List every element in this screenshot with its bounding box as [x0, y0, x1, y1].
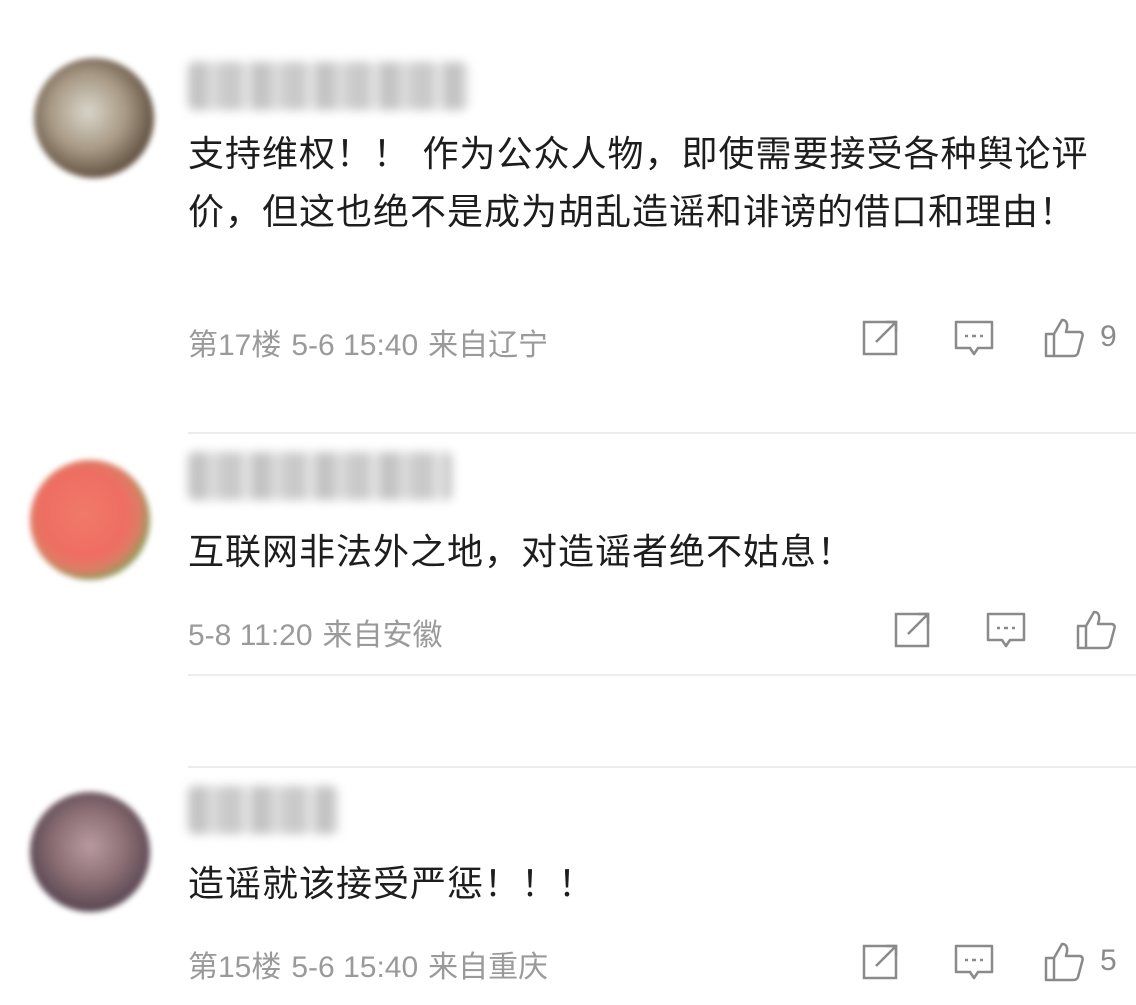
share-icon [862, 320, 898, 356]
comment-meta: 第15楼 5-6 15:40 来自重庆 [188, 942, 558, 986]
floor-number: 第15楼 [188, 951, 282, 984]
blurred-username[interactable] [188, 62, 468, 110]
user-avatar[interactable] [30, 792, 150, 912]
like-count: 5 [1100, 944, 1117, 977]
reply-button[interactable] [952, 316, 996, 360]
like-count: 9 [1100, 320, 1117, 353]
share-button[interactable] [892, 608, 936, 652]
share-button[interactable] [860, 940, 904, 984]
comment-actions: 9 [860, 316, 1136, 360]
reply-icon [986, 612, 1026, 648]
thumbs-up-icon [1044, 942, 1084, 982]
share-button[interactable] [860, 316, 904, 360]
comment-time: 5-8 11:20 [188, 619, 313, 652]
comment-actions: 5 [860, 940, 1136, 984]
reply-button[interactable] [952, 940, 996, 984]
reply-button[interactable] [984, 608, 1028, 652]
comment-divider [188, 766, 1136, 768]
comment-divider [188, 674, 1136, 676]
user-avatar[interactable] [34, 58, 154, 178]
comment-meta: 5-8 11:20 来自安徽 [188, 610, 453, 654]
thumbs-up-icon [1044, 318, 1084, 358]
comment-location: 来自重庆 [428, 951, 549, 984]
comment-text: 造谣就该接受严惩！！！ [188, 864, 596, 905]
comment-meta: 第17楼 5-6 15:40 来自辽宁 [188, 320, 558, 364]
like-button[interactable] [1042, 316, 1086, 360]
thumbs-up-icon [1076, 610, 1116, 650]
comment-text: 互联网非法外之地，对造谣者绝不姑息！ [188, 532, 855, 573]
comment-time: 5-6 15:40 [291, 951, 419, 984]
comment-location: 来自辽宁 [428, 329, 549, 362]
share-icon [862, 944, 898, 980]
comment-time: 5-6 15:40 [291, 329, 419, 362]
share-icon [894, 612, 930, 648]
blurred-username[interactable] [188, 786, 338, 834]
reply-icon [954, 944, 994, 980]
blurred-username[interactable] [188, 452, 452, 500]
like-button[interactable] [1074, 608, 1118, 652]
comment-actions [892, 608, 1136, 652]
comment-location: 来自安徽 [322, 619, 443, 652]
user-avatar[interactable] [30, 460, 150, 580]
like-button[interactable] [1042, 940, 1086, 984]
comment-divider [188, 432, 1136, 434]
reply-icon [954, 320, 994, 356]
comment-text: 支持维权！！ 作为公众人物，即使需要接受各种舆论评价，但这也绝不是成为胡乱造谣和… [188, 134, 1089, 233]
floor-number: 第17楼 [188, 329, 282, 362]
